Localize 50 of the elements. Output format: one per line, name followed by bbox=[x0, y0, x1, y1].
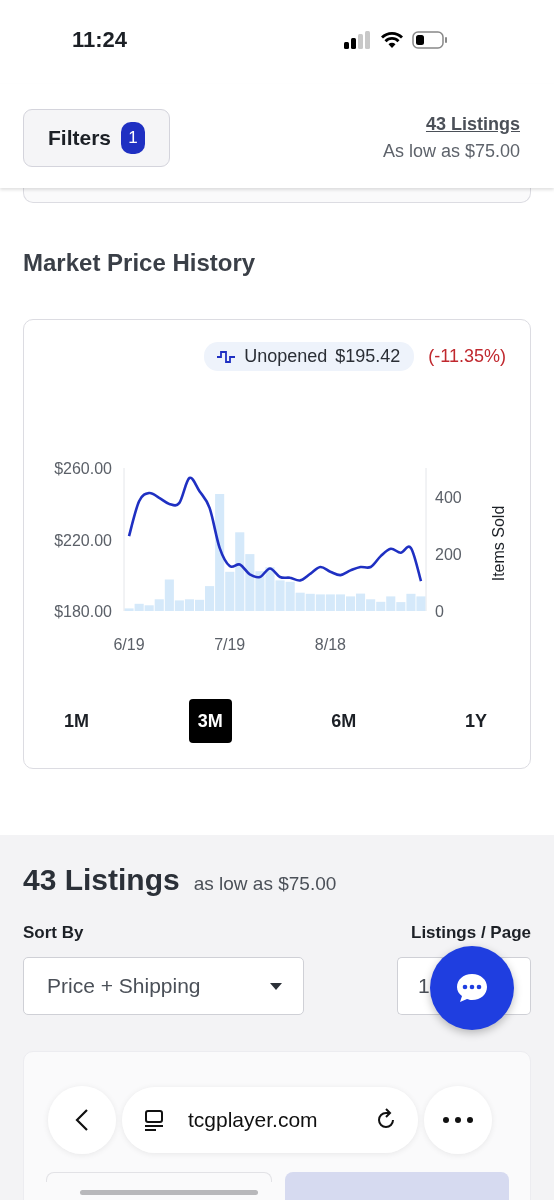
quantity-field[interactable] bbox=[46, 1172, 272, 1182]
sales-bar bbox=[265, 567, 275, 611]
status-time: 11:24 bbox=[72, 27, 128, 53]
axis-label: 400 bbox=[435, 488, 462, 506]
signal-icon bbox=[344, 31, 372, 49]
axis-title: Items Sold bbox=[490, 505, 507, 582]
battery-icon bbox=[412, 31, 448, 49]
filters-button[interactable]: Filters 1 bbox=[23, 109, 171, 167]
tabs-icon bbox=[142, 1108, 166, 1132]
sales-bar bbox=[275, 580, 285, 611]
sales-bar bbox=[416, 596, 426, 611]
range-tab[interactable]: 1M bbox=[55, 699, 98, 743]
axis-label: 8/18 bbox=[314, 636, 346, 653]
sales-bar bbox=[346, 596, 356, 611]
caret-icon bbox=[269, 981, 283, 991]
address-bar[interactable]: tcgplayer.com bbox=[122, 1087, 418, 1153]
back-icon bbox=[75, 1108, 89, 1132]
listings-heading: 43 Listings bbox=[23, 863, 180, 897]
range-tab[interactable]: 1Y bbox=[455, 699, 496, 743]
listings-link[interactable]: 43 Listings bbox=[425, 114, 520, 135]
legend-chip[interactable]: Unopened $195.42 bbox=[204, 342, 415, 371]
section-heading: Market Price History bbox=[23, 248, 257, 278]
axis-label: 7/19 bbox=[214, 636, 246, 653]
price-change-text: (-11.35%) bbox=[428, 346, 506, 367]
sales-bar bbox=[335, 594, 345, 611]
sales-bar bbox=[184, 599, 194, 611]
step-line-icon bbox=[216, 348, 237, 365]
wifi-icon bbox=[380, 31, 404, 49]
axis-label: 6/19 bbox=[113, 636, 145, 653]
sort-dropdown[interactable]: Price + Shipping bbox=[23, 957, 304, 1015]
chat-icon bbox=[455, 972, 489, 1004]
sales-bar bbox=[245, 554, 255, 611]
more-icon bbox=[443, 1117, 473, 1123]
axis-label: 0 bbox=[435, 603, 444, 620]
axis-label: 200 bbox=[435, 545, 462, 563]
sales-bar bbox=[315, 594, 325, 611]
sales-bar bbox=[255, 571, 265, 611]
per-page-label: Listings / Page bbox=[411, 923, 531, 943]
low-price-text: as low as $75.00 bbox=[193, 873, 337, 895]
per-page-dropdown[interactable]: 1 bbox=[397, 957, 431, 1015]
range-tab[interactable]: 6M bbox=[322, 699, 366, 743]
range-tab[interactable]: 3M bbox=[188, 699, 232, 743]
axis-label: $180.00 bbox=[54, 603, 112, 620]
filter-count-badge: 1 bbox=[121, 122, 146, 154]
sales-bar bbox=[325, 594, 335, 611]
axis-label: $260.00 bbox=[54, 460, 112, 477]
sort-label: Sort By bbox=[23, 923, 84, 943]
sales-bar bbox=[305, 593, 315, 611]
low-price-text: As low as $75.00 bbox=[382, 141, 520, 162]
axis-label: $220.00 bbox=[54, 531, 112, 549]
